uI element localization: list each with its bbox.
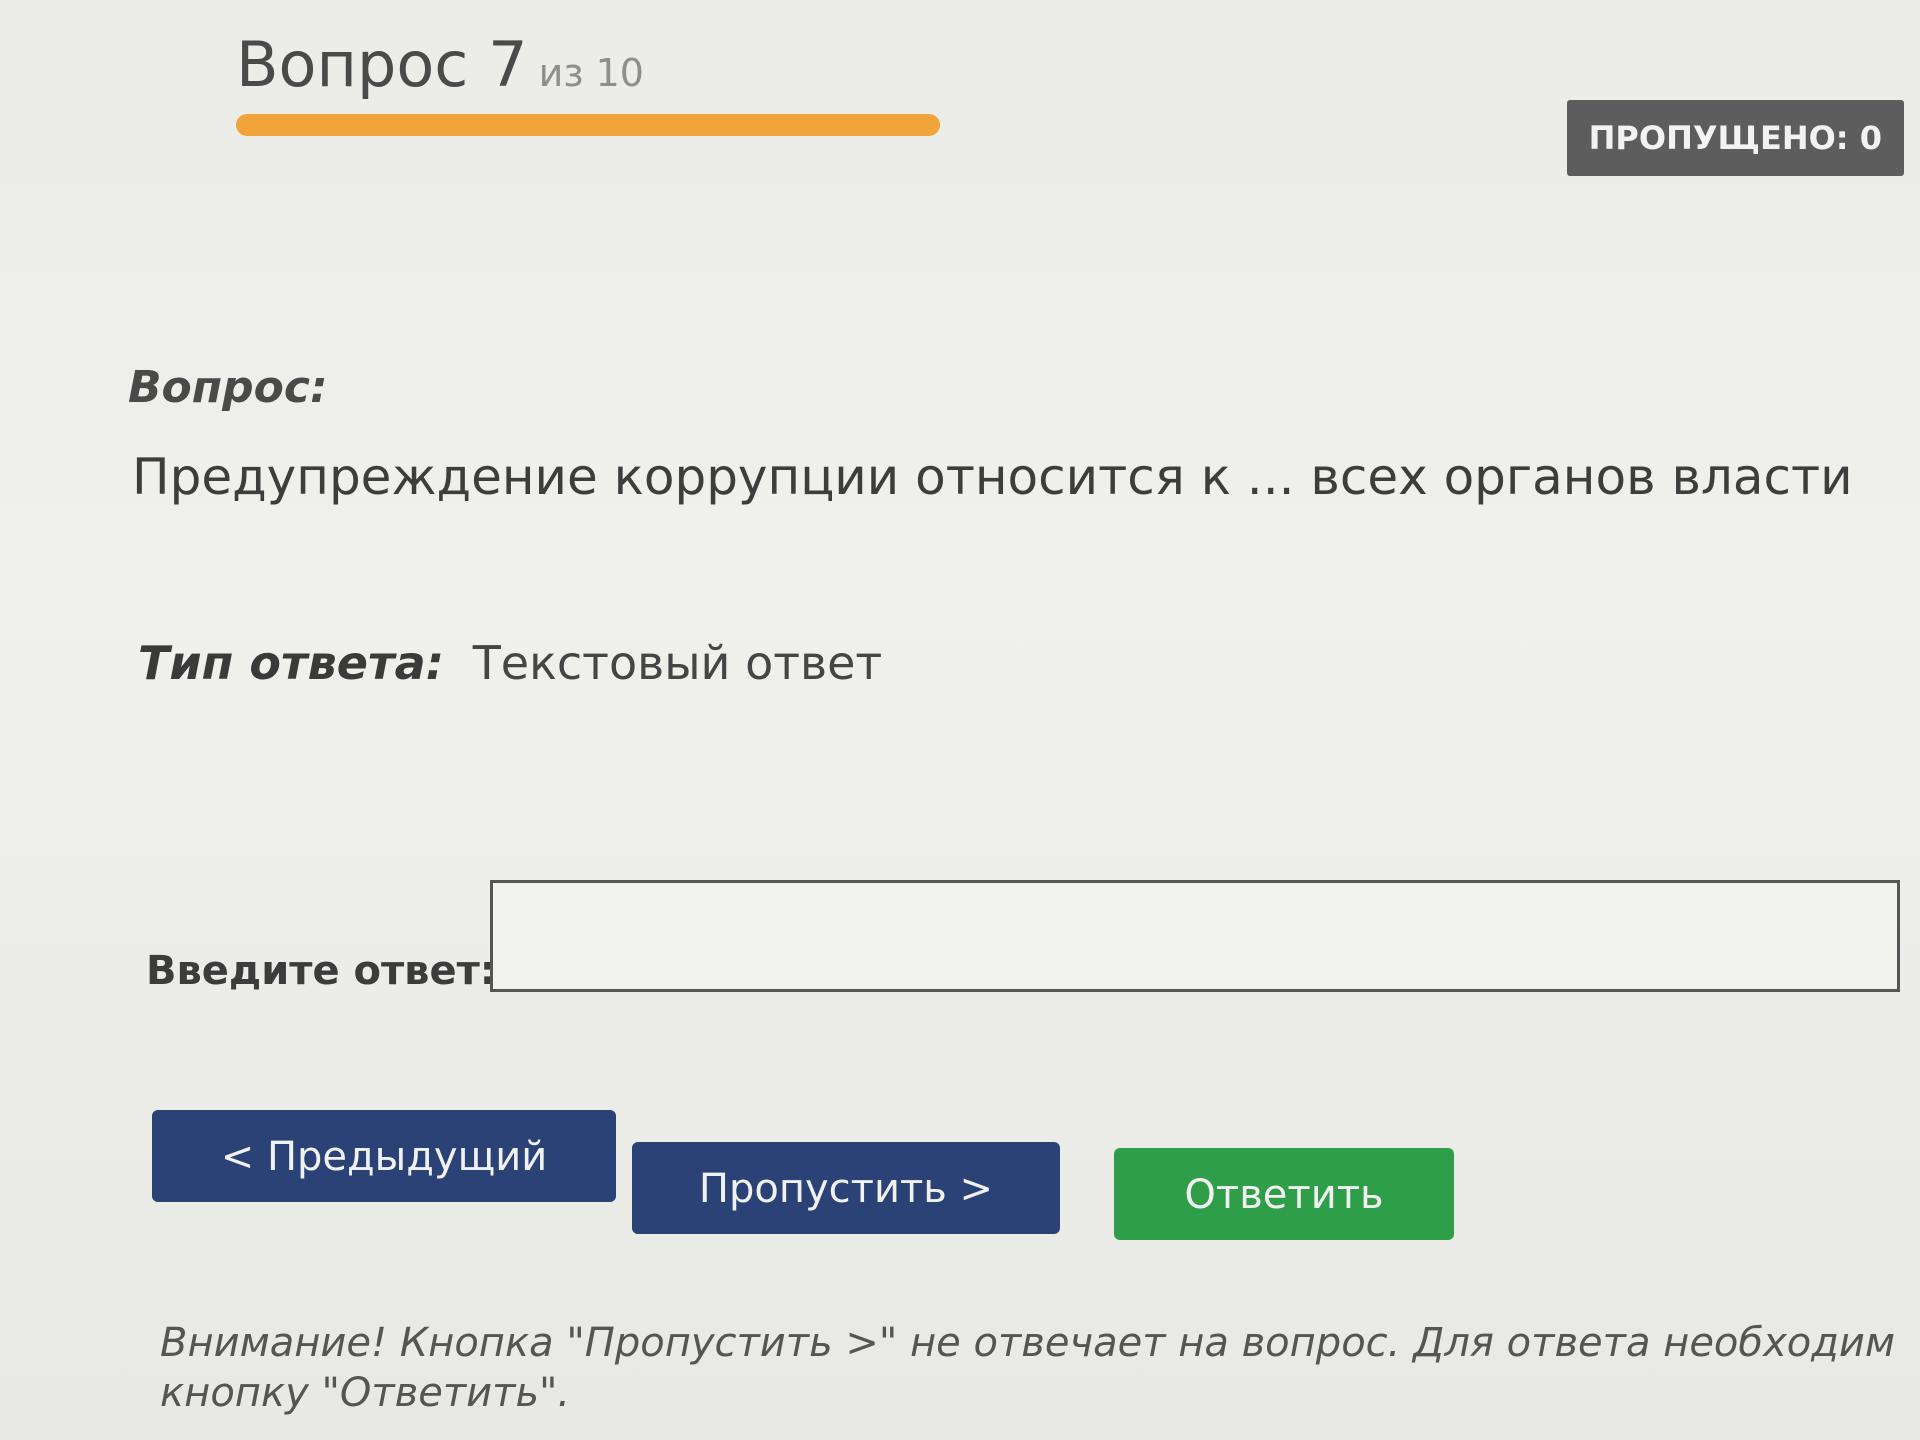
question-label: Вопрос: xyxy=(128,362,328,413)
question-total: из 10 xyxy=(538,51,644,95)
previous-button[interactable]: < Предыдущий xyxy=(152,1110,616,1202)
answer-input-label: Введите ответ: xyxy=(146,948,496,994)
answer-type: Тип ответа: Текстовый ответ xyxy=(138,636,882,690)
question-counter: Вопрос 7 из 10 xyxy=(236,28,644,101)
answer-button[interactable]: Ответить xyxy=(1114,1148,1454,1240)
skip-warning-text: Внимание! Кнопка "Пропустить >" не отвеч… xyxy=(160,1320,1896,1416)
progress-bar xyxy=(236,114,1241,136)
question-number: Вопрос 7 xyxy=(236,28,528,101)
answer-input[interactable] xyxy=(490,880,1900,992)
quiz-page: Вопрос 7 из 10 ПРОПУЩЕНО: 0 Вопрос: Пред… xyxy=(0,0,1920,1440)
skipped-count-badge: ПРОПУЩЕНО: 0 xyxy=(1566,100,1904,176)
skip-button[interactable]: Пропустить > xyxy=(632,1142,1060,1234)
answer-type-label: Тип ответа: xyxy=(138,636,445,690)
progress-bar-fill xyxy=(236,114,940,136)
answer-type-value: Текстовый ответ xyxy=(472,636,883,690)
question-text: Предупреждение коррупции относится к ...… xyxy=(132,448,1853,506)
